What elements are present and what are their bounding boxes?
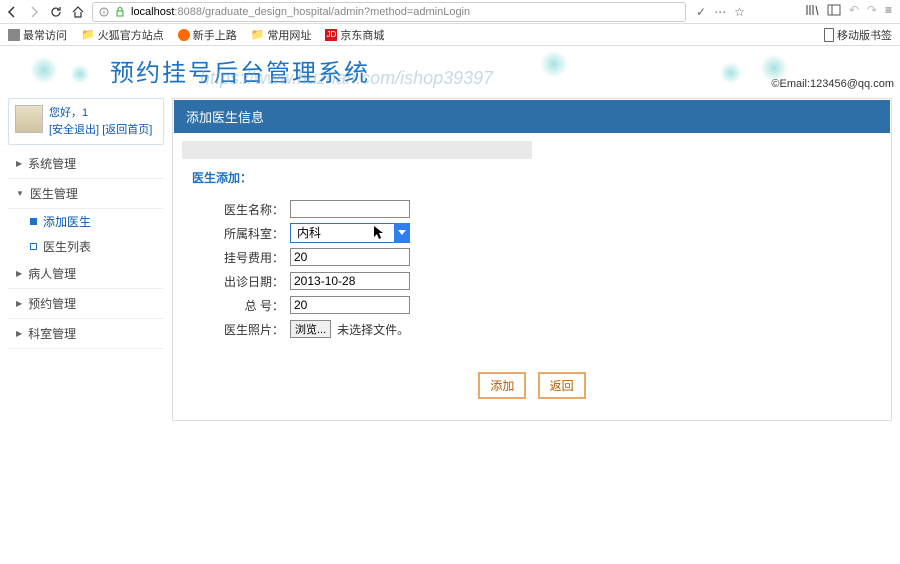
photo-label: 医生照片：	[224, 321, 284, 338]
menu-doctor[interactable]: ▼医生管理	[8, 179, 164, 209]
sidebar-icon[interactable]	[827, 3, 841, 20]
menu-doctor-list[interactable]: 医生列表	[8, 234, 164, 259]
cursor-icon	[374, 226, 384, 243]
home-icon[interactable]	[70, 4, 86, 20]
square-icon	[30, 243, 37, 250]
chevron-right-icon: ▶	[16, 269, 22, 278]
bookmark-most-visited[interactable]: 最常访问	[8, 27, 67, 43]
add-button[interactable]: 添加	[478, 372, 526, 399]
url-host: localhost:8088/graduate_design_hospital/…	[131, 6, 470, 18]
user-box: 您好，1 [安全退出] [返回首页]	[8, 98, 164, 145]
library-icon[interactable]	[805, 3, 819, 20]
forward-icon	[26, 4, 42, 20]
menu: ▶系统管理 ▼医生管理 添加医生 医生列表 ▶病人管理 ▶预约管理 ▶科室管理	[8, 149, 164, 349]
decor-dot	[540, 50, 568, 78]
file-status: 未选择文件。	[337, 321, 409, 338]
menu-dept[interactable]: ▶科室管理	[8, 319, 164, 349]
panel-title: 添加医生信息	[174, 100, 890, 133]
reload-icon[interactable]	[48, 4, 64, 20]
dept-label: 所属科室：	[224, 225, 284, 242]
menu-system[interactable]: ▶系统管理	[8, 149, 164, 179]
folder-icon: 📁	[81, 28, 95, 41]
undo-icon[interactable]: ↶	[849, 3, 859, 20]
watermark-text: https://www.huzhan.com/ishop39397	[200, 68, 493, 89]
fee-input[interactable]	[290, 248, 410, 266]
chevron-right-icon: ▶	[16, 299, 22, 308]
sidebar: 您好，1 [安全退出] [返回首页] ▶系统管理 ▼医生管理 添加医生 医生列表…	[8, 98, 164, 421]
firefox-icon	[178, 29, 190, 41]
phone-icon	[824, 28, 834, 42]
folder-icon: 📁	[251, 28, 265, 41]
date-input[interactable]	[290, 272, 410, 290]
greeting-text: 您好，1	[49, 105, 152, 122]
avatar	[15, 105, 43, 133]
menu-appoint[interactable]: ▶预约管理	[8, 289, 164, 319]
grey-strip	[182, 141, 532, 159]
total-input[interactable]	[290, 296, 410, 314]
name-label: 医生名称：	[224, 201, 284, 218]
button-row: 添加 返回	[174, 358, 890, 419]
decor-dot	[720, 62, 742, 84]
date-label: 出诊日期：	[224, 273, 284, 290]
square-icon	[30, 218, 37, 225]
decor-dot	[30, 56, 58, 84]
jd-icon: JD	[325, 29, 337, 41]
fee-label: 挂号费用：	[224, 249, 284, 266]
home-link[interactable]: [返回首页]	[102, 124, 152, 136]
grid-icon	[8, 29, 20, 41]
page-header: 预约挂号后台管理系统 https://www.huzhan.com/ishop3…	[0, 46, 900, 94]
menu-icon[interactable]: ≡	[885, 3, 892, 20]
dropdown-icon[interactable]: ✓	[696, 5, 706, 19]
bookmark-newbie[interactable]: 新手上路	[178, 27, 237, 43]
more-icon[interactable]: ⋯	[714, 5, 726, 19]
doctor-form: 医生名称： 所属科室： 内科 挂号费用： 出诊日期：	[174, 192, 890, 358]
chevron-right-icon: ▶	[16, 329, 22, 338]
decor-dot	[70, 64, 90, 84]
menu-patient[interactable]: ▶病人管理	[8, 259, 164, 289]
email-label: ©Email:123456@qq.com	[771, 78, 894, 90]
dept-select[interactable]: 内科	[290, 223, 410, 243]
chevron-right-icon: ▶	[16, 159, 22, 168]
chevron-down-icon: ▼	[16, 189, 24, 198]
url-bar[interactable]: localhost:8088/graduate_design_hospital/…	[92, 2, 686, 22]
star-icon[interactable]: ☆	[734, 5, 745, 19]
bookmark-common[interactable]: 📁常用网址	[251, 27, 312, 43]
logout-link[interactable]: [安全退出]	[49, 124, 99, 136]
lock-icon	[115, 7, 125, 17]
bookmark-huohu[interactable]: 📁火狐官方站点	[81, 27, 164, 43]
section-label: 医生添加：	[174, 163, 890, 192]
browse-button[interactable]: 浏览...	[290, 320, 331, 338]
back-icon[interactable]	[4, 4, 20, 20]
bookmark-jd[interactable]: JD京东商城	[325, 27, 384, 43]
menu-add-doctor[interactable]: 添加医生	[8, 209, 164, 234]
redo-icon[interactable]: ↷	[867, 3, 877, 20]
browser-toolbar: localhost:8088/graduate_design_hospital/…	[0, 0, 900, 24]
bookmarks-bar: 最常访问 📁火狐官方站点 新手上路 📁常用网址 JD京东商城 移动版书签	[0, 24, 900, 46]
name-input[interactable]	[290, 200, 410, 218]
bookmark-mobile[interactable]: 移动版书签	[824, 27, 892, 43]
total-label: 总 号：	[224, 297, 284, 314]
info-icon	[99, 7, 109, 17]
content-panel: 添加医生信息 医生添加： 医生名称： 所属科室： 内科 挂号费用：	[172, 98, 892, 421]
back-button[interactable]: 返回	[538, 372, 586, 399]
